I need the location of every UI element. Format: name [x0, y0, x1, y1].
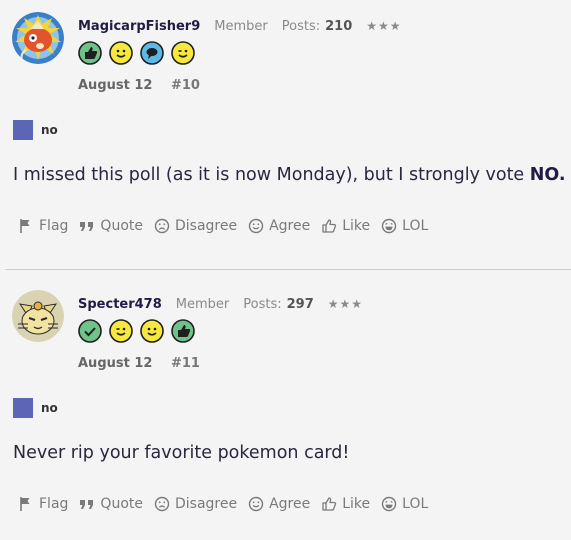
post-meta: Specter478 Member Posts: 297 ★★★ — [78, 294, 363, 314]
like-button[interactable]: Like — [321, 496, 370, 512]
poll-color-box — [13, 398, 33, 418]
meowth-avatar-icon — [12, 290, 64, 342]
post-body-text: I missed this poll (as it is now Monday)… — [13, 165, 530, 185]
avatar[interactable] — [12, 290, 64, 342]
checkmark-icon[interactable] — [78, 319, 102, 343]
flag-button[interactable]: Flag — [18, 496, 68, 512]
lol-label: LOL — [402, 496, 429, 512]
poll-color-box — [13, 120, 33, 140]
rank-stars: ★★★ — [327, 297, 364, 311]
frown-icon — [154, 218, 170, 234]
post-body: Never rip your favorite pokemon card! — [13, 443, 349, 463]
smile-icon[interactable] — [140, 319, 164, 343]
posts-label: Posts: — [243, 296, 282, 312]
smile-icon[interactable] — [109, 41, 133, 65]
post-date[interactable]: August 12 — [78, 356, 152, 371]
like-label: Like — [342, 496, 371, 512]
post-number[interactable]: #10 — [171, 78, 200, 93]
thumbs-up-outline-icon — [322, 497, 337, 511]
quote-icon — [80, 222, 94, 231]
user-role: Member — [214, 18, 268, 34]
rank-stars: ★★★ — [366, 19, 402, 33]
lol-label: LOL — [402, 218, 429, 234]
disagree-label: Disagree — [174, 218, 238, 234]
post-number[interactable]: #11 — [171, 356, 200, 371]
post-actions: Flag Quote Disagree Agree Like LOL — [18, 218, 439, 234]
disagree-button[interactable]: Disagree — [154, 218, 237, 234]
post-dateline: August 12 #10 — [78, 78, 200, 93]
thumbs-up-outline-icon — [322, 219, 337, 233]
poll-choice-label: no — [41, 401, 58, 415]
quote-button[interactable]: Quote — [79, 218, 143, 234]
like-label: Like — [342, 218, 371, 234]
username[interactable]: MagicarpFisher9 — [78, 19, 200, 34]
post-body-text: Never rip your favorite pokemon card! — [13, 443, 350, 463]
smile-outline-icon — [248, 218, 264, 234]
post: Specter478 Member Posts: 297 ★★★ August … — [0, 278, 571, 540]
agree-label: Agree — [269, 496, 311, 512]
laugh-icon — [381, 218, 397, 234]
username[interactable]: Specter478 — [78, 297, 162, 312]
speech-bubble-icon[interactable] — [140, 41, 164, 65]
post-meta: MagicarpFisher9 Member Posts: 210 ★★★ — [78, 16, 402, 36]
thumbs-up-icon[interactable] — [171, 319, 195, 343]
post-body-bold: NO. — [529, 165, 566, 185]
flag-icon — [20, 497, 30, 511]
quote-label: Quote — [100, 218, 143, 234]
post-body: I missed this poll (as it is now Monday)… — [13, 165, 566, 185]
thumbs-up-icon[interactable] — [78, 41, 102, 65]
user-role: Member — [175, 296, 230, 312]
disagree-button[interactable]: Disagree — [154, 496, 237, 512]
smile-outline-icon — [248, 496, 264, 512]
agree-button[interactable]: Agree — [248, 496, 310, 512]
badge-row — [78, 41, 195, 65]
lol-button[interactable]: LOL — [381, 496, 428, 512]
wink-icon[interactable] — [171, 41, 195, 65]
post: MagicarpFisher9 Member Posts: 210 ★★★ Au… — [0, 0, 571, 262]
poll-choice: no — [13, 398, 58, 418]
posts-count: 210 — [325, 18, 353, 34]
lol-button[interactable]: LOL — [381, 218, 428, 234]
post-date[interactable]: August 12 — [78, 78, 152, 93]
posts-count: 297 — [286, 296, 314, 312]
agree-button[interactable]: Agree — [248, 218, 310, 234]
flag-icon — [20, 219, 30, 233]
quote-button[interactable]: Quote — [79, 496, 143, 512]
magikarp-avatar-icon — [12, 12, 64, 64]
avatar[interactable] — [12, 12, 64, 64]
post-actions: Flag Quote Disagree Agree Like LOL — [18, 496, 439, 512]
badge-row — [78, 319, 195, 343]
frown-icon — [154, 496, 170, 512]
poll-choice-label: no — [41, 123, 58, 137]
quote-label: Quote — [100, 496, 143, 512]
poll-choice: no — [13, 120, 58, 140]
wink-icon[interactable] — [109, 319, 133, 343]
posts-label: Posts: — [281, 18, 321, 34]
quote-icon — [80, 500, 94, 509]
agree-label: Agree — [269, 218, 311, 234]
flag-label: Flag — [39, 218, 69, 234]
flag-label: Flag — [39, 496, 69, 512]
post-divider — [5, 269, 571, 270]
flag-button[interactable]: Flag — [18, 218, 68, 234]
like-button[interactable]: Like — [321, 218, 370, 234]
post-dateline: August 12 #11 — [78, 356, 200, 371]
disagree-label: Disagree — [174, 496, 238, 512]
laugh-icon — [381, 496, 397, 512]
